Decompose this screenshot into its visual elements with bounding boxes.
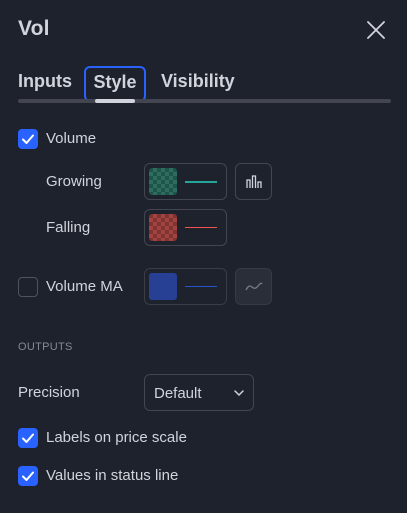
tab-style[interactable]: Style xyxy=(84,66,146,102)
falling-color-swatch xyxy=(149,214,177,241)
indicator-settings-dialog: Vol Inputs Style Visibility Volume Growi… xyxy=(0,0,407,513)
volume-ma-color-button[interactable] xyxy=(144,268,227,305)
falling-color-button[interactable] xyxy=(144,209,227,246)
volume-label: Volume xyxy=(46,130,97,147)
volume-ma-color-swatch xyxy=(149,273,177,300)
tab-divider xyxy=(18,99,391,103)
precision-select[interactable]: Default xyxy=(144,374,254,411)
falling-line-sample xyxy=(185,227,217,228)
tab-inputs[interactable]: Inputs xyxy=(18,66,72,102)
volume-ma-label: Volume MA xyxy=(46,278,123,295)
close-icon[interactable] xyxy=(364,18,388,42)
chevron-down-icon xyxy=(234,390,244,397)
volume-ma-checkbox[interactable] xyxy=(18,277,38,297)
values-in-status-line-label: Values in status line xyxy=(46,467,179,484)
tab-active-indicator xyxy=(95,99,135,103)
precision-value: Default xyxy=(154,385,202,402)
precision-label: Precision xyxy=(18,384,80,401)
labels-on-price-scale-label: Labels on price scale xyxy=(46,429,187,446)
dialog-title: Vol xyxy=(18,17,50,40)
labels-on-price-scale-checkbox[interactable] xyxy=(18,428,38,448)
falling-label: Falling xyxy=(46,219,91,236)
volume-ma-line-sample xyxy=(185,286,217,287)
values-in-status-line-checkbox[interactable] xyxy=(18,466,38,486)
tab-visibility[interactable]: Visibility xyxy=(161,66,235,102)
growing-color-button[interactable] xyxy=(144,163,227,200)
line-wave-icon xyxy=(245,282,263,291)
growing-color-swatch xyxy=(149,168,177,195)
ma-line-style-button[interactable] xyxy=(235,268,272,305)
outputs-section-heading: OUTPUTS xyxy=(18,341,73,353)
growing-line-sample xyxy=(185,181,217,183)
growing-label: Growing xyxy=(46,173,102,190)
columns-icon xyxy=(246,175,262,188)
volume-checkbox[interactable] xyxy=(18,129,38,149)
plot-style-button[interactable] xyxy=(235,163,272,200)
